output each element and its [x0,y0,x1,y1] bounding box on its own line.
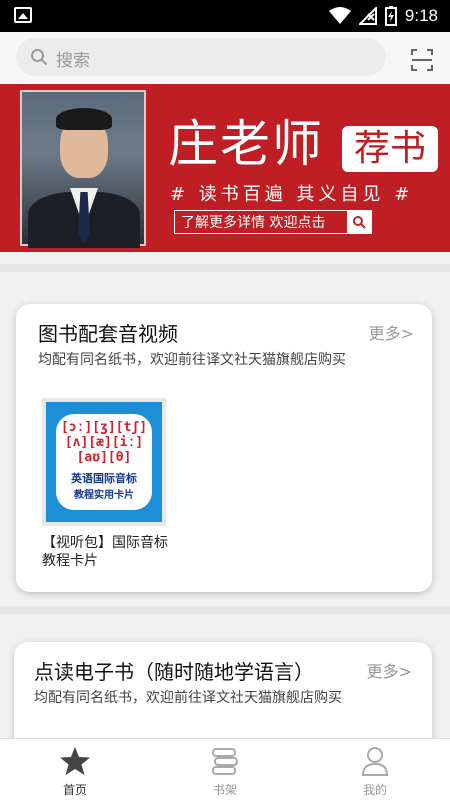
banner-title: 庄老师 [168,115,324,173]
nav-label: 首页 [62,783,87,797]
book-cover: [ɔː][ʒ][tʃ] [ʌ][æ][iː] [aʊ][θ] 英语国际音标 教程… [46,402,162,522]
status-icons: 9:18 [328,5,438,27]
section-title: 图书配套音视频 [38,322,178,346]
banner-search-icon [347,211,371,233]
cover-line1: 英语国际音标 [71,472,137,485]
banner-tag: 荐书 [342,126,438,172]
image-notification-icon [14,7,32,23]
banner-cta-label: 了解更多详情 欢迎点击 [181,215,326,231]
banner-cta[interactable]: 了解更多详情 欢迎点击 [174,210,372,234]
bookshelf-icon [212,748,238,775]
search-icon [31,49,48,66]
search-header: 搜索 [0,32,450,84]
section-description: 均配有同名纸书，欢迎前往译文社天猫旗舰店购买 [38,352,346,368]
status-bar: 9:18 [0,0,450,32]
no-signal-icon [358,7,377,25]
more-link[interactable]: 更多> [367,658,412,682]
star-icon [60,747,90,775]
cover-ipa-symbols: [ɔː][ʒ][tʃ] [ʌ][æ][iː] [aʊ][θ] [60,420,148,465]
nav-label: 书架 [212,783,237,797]
divider [0,264,450,272]
divider [0,606,450,614]
wifi-icon [328,7,351,24]
nav-label: 我的 [362,783,387,797]
scan-icon[interactable] [410,48,434,72]
bottom-nav: 首页 书架 我的 [0,738,450,800]
section-description: 均配有同名纸书，欢迎前往译文社天猫旗舰店购买 [34,690,342,706]
book-title[interactable]: 【视听包】国际音标教程卡片 [42,534,170,570]
battery-charging-icon [384,6,397,26]
section-card-audio-video: 图书配套音视频 更多> 均配有同名纸书，欢迎前往译文社天猫旗舰店购买 [ɔː][… [16,304,432,592]
nav-profile[interactable]: 我的 [300,739,450,800]
cover-line2: 教程实用卡片 [74,490,134,501]
teacher-photo [20,90,146,248]
more-link[interactable]: 更多> [369,320,414,344]
section-title: 点读电子书（随时随地学语言） [34,660,314,684]
banner-slogan: # 读书百遍 其义自见 # [170,184,414,205]
person-icon [361,747,389,776]
nav-bookshelf[interactable]: 书架 [150,739,300,800]
search-input[interactable]: 搜索 [16,38,386,76]
nav-home[interactable]: 首页 [0,739,150,800]
search-placeholder: 搜索 [56,51,90,71]
book-item[interactable]: [ɔː][ʒ][tʃ] [ʌ][æ][iː] [aʊ][θ] 英语国际音标 教程… [42,398,166,526]
clock-time: 9:18 [404,6,438,25]
promo-banner[interactable]: 庄老师 荐书 # 读书百遍 其义自见 # 了解更多详情 欢迎点击 [0,84,450,252]
